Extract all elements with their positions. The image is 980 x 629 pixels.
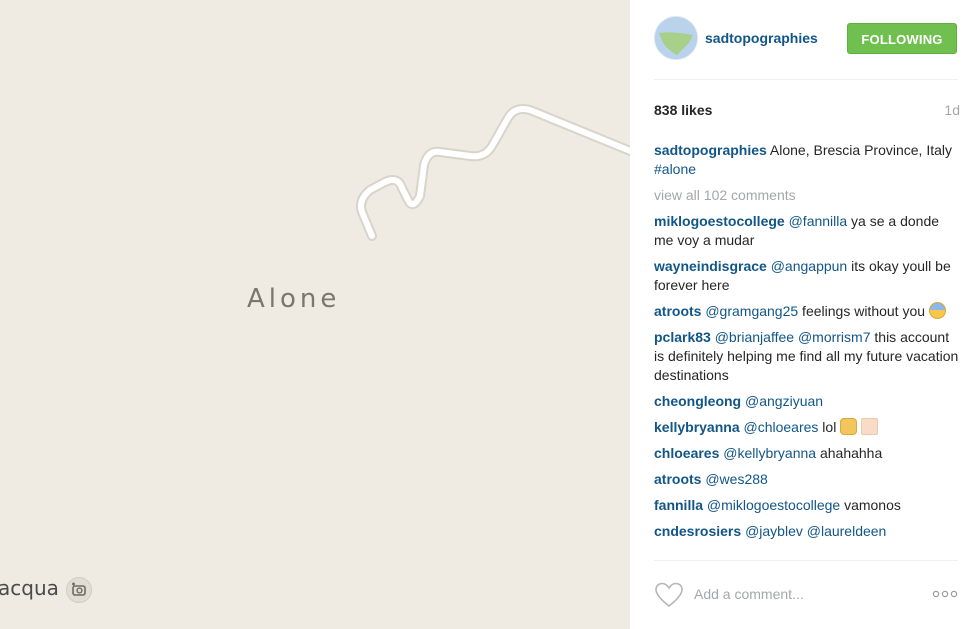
likes-count[interactable]: 838 likes bbox=[654, 102, 712, 118]
list-item: pclark83 @brianjaffee @morrism7 this acc… bbox=[654, 328, 960, 385]
fearful-face-emoji-icon bbox=[928, 302, 946, 319]
comment-mention[interactable]: @angappun bbox=[771, 258, 848, 274]
comment-username[interactable]: kellybryanna bbox=[654, 419, 740, 435]
comment-mention[interactable]: @kellybryanna bbox=[723, 445, 816, 461]
add-comment-input[interactable] bbox=[694, 583, 914, 605]
comment-text: feelings without you bbox=[798, 303, 929, 319]
road-line bbox=[356, 104, 630, 241]
comment-mention[interactable]: @gramgang25 bbox=[705, 303, 798, 319]
comment-username[interactable]: miklogoestocollege bbox=[654, 213, 785, 229]
post-age[interactable]: 1d bbox=[944, 102, 960, 118]
comment-text: ahahahha bbox=[816, 445, 883, 461]
map-view[interactable]: Alone acqua bbox=[0, 0, 630, 629]
heart-icon[interactable] bbox=[654, 581, 684, 609]
comment-text: lol bbox=[818, 419, 841, 435]
comment-list[interactable]: sadtopographies Alone, Brescia Province,… bbox=[654, 141, 960, 559]
divider bbox=[654, 560, 958, 561]
comment-mention[interactable]: @brianjaffee @morrism7 bbox=[715, 329, 871, 345]
comment-username[interactable]: atroots bbox=[654, 303, 701, 319]
list-item: atroots @wes288 bbox=[654, 470, 960, 489]
list-item: cheongleong @angziyuan bbox=[654, 392, 960, 411]
comment-text: vamonos bbox=[840, 497, 901, 513]
comment-username[interactable]: chloeares bbox=[654, 445, 719, 461]
caption-text: Alone, Brescia Province, Italy bbox=[766, 142, 952, 158]
comment-username[interactable]: cheongleong bbox=[654, 393, 741, 409]
comment-username[interactable]: atroots bbox=[654, 471, 701, 487]
comment-username[interactable]: fannilla bbox=[654, 497, 703, 513]
list-item: chloeares @kellybryanna ahahahha bbox=[654, 444, 960, 463]
post-header: sadtopographies FOLLOWING bbox=[654, 16, 959, 60]
skin-tone-emoji-icon bbox=[861, 418, 879, 435]
list-item: kellybryanna @chloeares lol bbox=[654, 418, 960, 437]
map-place-label: Alone bbox=[247, 284, 341, 314]
divider bbox=[654, 79, 958, 80]
comment-mention[interactable]: @jayblev @laureldeen bbox=[745, 523, 886, 539]
hashtag-link[interactable]: #alone bbox=[654, 161, 696, 177]
map-town-label: acqua bbox=[0, 576, 59, 600]
list-item: miklogoestocollege @fannilla ya se a don… bbox=[654, 212, 960, 250]
caption: sadtopographies Alone, Brescia Province,… bbox=[654, 141, 960, 179]
caption-username[interactable]: sadtopographies bbox=[654, 142, 767, 158]
comment-mention[interactable]: @fannilla bbox=[789, 213, 848, 229]
list-item: wayneindisgrace @angappun its okay youll… bbox=[654, 257, 960, 295]
view-all-comments-link[interactable]: view all 102 comments bbox=[654, 186, 960, 205]
post-panel: sadtopographies FOLLOWING 838 likes 1d s… bbox=[630, 0, 980, 629]
list-item: atroots @gramgang25 feelings without you bbox=[654, 302, 960, 321]
comment-mention[interactable]: @chloeares bbox=[744, 419, 819, 435]
face-emoji-icon bbox=[840, 418, 858, 435]
more-dots-icon[interactable] bbox=[932, 586, 958, 602]
comment-username[interactable]: cndesrosiers bbox=[654, 523, 741, 539]
following-button[interactable]: FOLLOWING bbox=[847, 23, 957, 54]
camera-plus-icon[interactable] bbox=[66, 577, 92, 603]
comment-mention[interactable]: @miklogoestocollege bbox=[707, 497, 840, 513]
comment-username[interactable]: wayneindisgrace bbox=[654, 258, 767, 274]
list-item: cndesrosiers @jayblev @laureldeen bbox=[654, 522, 960, 541]
avatar[interactable] bbox=[654, 16, 698, 60]
comment-username[interactable]: pclark83 bbox=[654, 329, 711, 345]
comment-mention[interactable]: @wes288 bbox=[705, 471, 767, 487]
list-item: fannilla @miklogoestocollege vamonos bbox=[654, 496, 960, 515]
comment-mention[interactable]: @angziyuan bbox=[745, 393, 823, 409]
profile-username-link[interactable]: sadtopographies bbox=[705, 30, 818, 46]
